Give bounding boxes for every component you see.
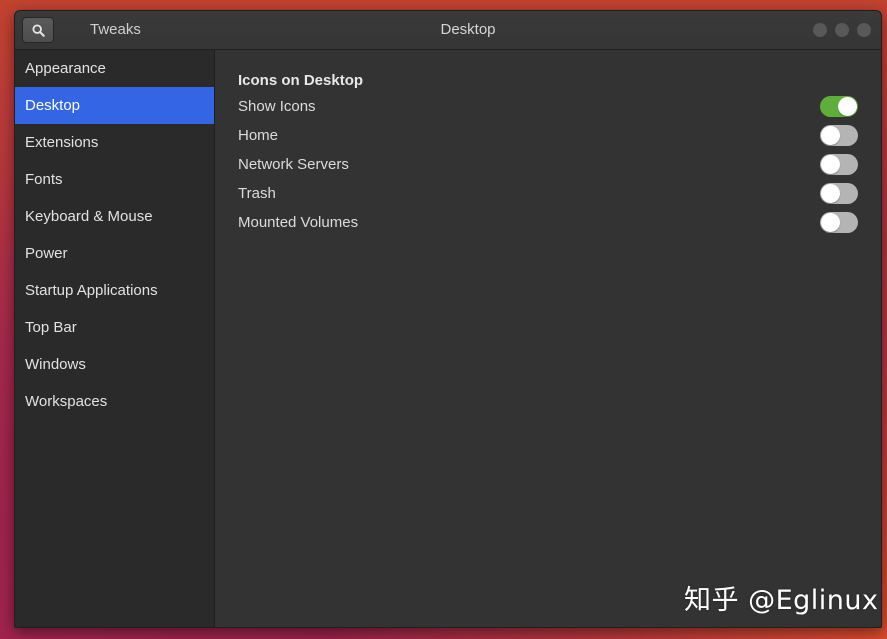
- sidebar-item-extensions[interactable]: Extensions: [15, 124, 214, 161]
- tweaks-window: Tweaks Desktop Appearance Desktop Extens…: [14, 10, 882, 628]
- mounted-volumes-toggle[interactable]: [820, 212, 858, 233]
- watermark: 知乎 @Eglinux: [684, 585, 879, 616]
- setting-label: Home: [238, 127, 279, 144]
- app-title: Tweaks: [90, 21, 141, 38]
- setting-row-trash: Trash: [238, 179, 858, 208]
- setting-row-network-servers: Network Servers: [238, 150, 858, 179]
- sidebar-item-desktop[interactable]: Desktop: [15, 87, 214, 124]
- close-button[interactable]: [857, 23, 871, 37]
- sidebar-item-startup-applications[interactable]: Startup Applications: [15, 272, 214, 309]
- sidebar-item-windows[interactable]: Windows: [15, 346, 214, 383]
- maximize-button[interactable]: [835, 23, 849, 37]
- sidebar: Appearance Desktop Extensions Fonts Keyb…: [15, 50, 215, 627]
- network-servers-toggle[interactable]: [820, 154, 858, 175]
- setting-label: Show Icons: [238, 98, 316, 115]
- setting-label: Trash: [238, 185, 276, 202]
- search-icon: [32, 24, 45, 37]
- settings-panel: Icons on Desktop Show Icons Home Network…: [215, 50, 881, 627]
- sidebar-item-top-bar[interactable]: Top Bar: [15, 309, 214, 346]
- home-toggle[interactable]: [820, 125, 858, 146]
- sidebar-item-keyboard-mouse[interactable]: Keyboard & Mouse: [15, 198, 214, 235]
- setting-label: Mounted Volumes: [238, 214, 359, 231]
- toggle-knob: [821, 184, 840, 203]
- page-title: Desktop: [440, 21, 496, 38]
- setting-row-show-icons: Show Icons: [238, 92, 858, 121]
- toggle-knob: [821, 155, 840, 174]
- show-icons-toggle[interactable]: [820, 96, 858, 117]
- setting-row-home: Home: [238, 121, 858, 150]
- sidebar-item-power[interactable]: Power: [15, 235, 214, 272]
- toggle-knob: [821, 126, 840, 145]
- header-bar: Tweaks Desktop: [15, 11, 881, 50]
- toggle-knob: [821, 213, 840, 232]
- section-title: Icons on Desktop: [238, 72, 364, 89]
- setting-row-mounted-volumes: Mounted Volumes: [238, 208, 858, 237]
- minimize-button[interactable]: [813, 23, 827, 37]
- toggle-knob: [838, 97, 857, 116]
- search-button[interactable]: [22, 17, 54, 43]
- sidebar-item-appearance[interactable]: Appearance: [15, 50, 214, 87]
- trash-toggle[interactable]: [820, 183, 858, 204]
- sidebar-item-fonts[interactable]: Fonts: [15, 161, 214, 198]
- setting-label: Network Servers: [238, 156, 349, 173]
- sidebar-item-workspaces[interactable]: Workspaces: [15, 383, 214, 420]
